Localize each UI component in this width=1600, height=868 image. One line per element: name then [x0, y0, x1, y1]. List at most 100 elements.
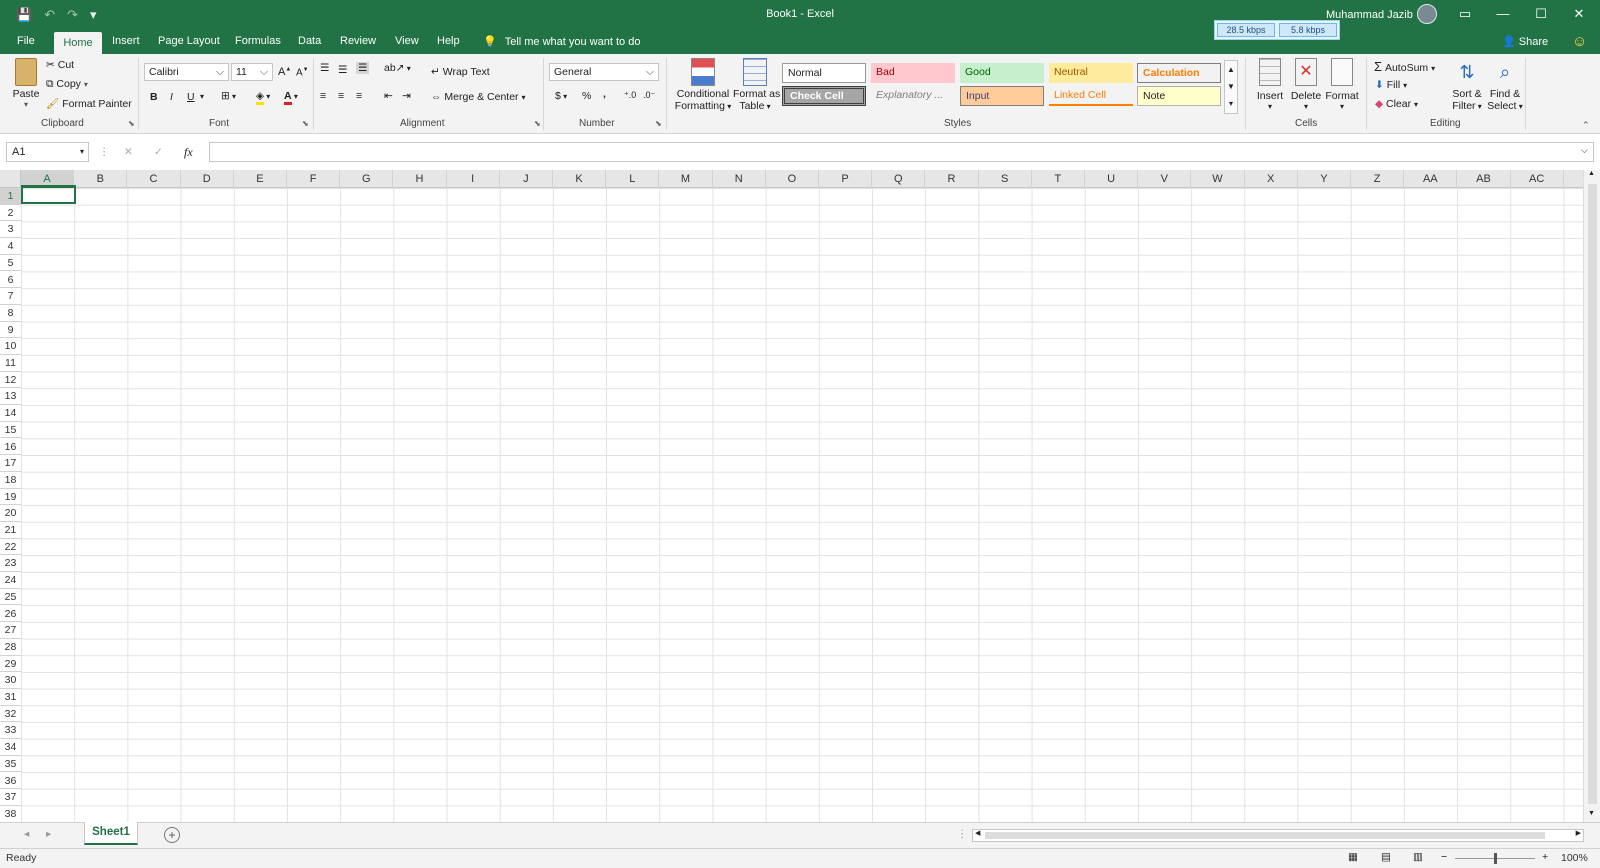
horizontal-scroll-thumb[interactable] — [985, 832, 1545, 839]
format-cells-button[interactable]: Format ▾ — [1324, 58, 1360, 111]
style-linked-cell[interactable]: Linked Cell — [1049, 86, 1133, 106]
decrease-font-icon[interactable]: A▼ — [296, 67, 309, 78]
middle-align-icon[interactable]: ☰ — [338, 64, 347, 76]
borders-icon[interactable]: ⊞ ▾ — [221, 90, 236, 102]
column-header-p[interactable]: P — [819, 170, 873, 188]
font-family-select[interactable]: Calibri ⌵ — [144, 63, 229, 81]
style-note[interactable]: Note — [1137, 86, 1221, 106]
column-header-ab[interactable]: AB — [1457, 170, 1511, 188]
increase-decimal-icon[interactable]: ⁺.0 — [624, 90, 636, 101]
tab-help[interactable]: Help — [437, 35, 460, 47]
alignment-launcher-icon[interactable]: ⬊ — [534, 119, 541, 128]
column-header-w[interactable]: W — [1191, 170, 1245, 188]
decrease-indent-icon[interactable]: ⇤ — [384, 90, 393, 102]
column-header-b[interactable]: B — [74, 170, 128, 188]
normal-view-icon[interactable]: ▦ — [1348, 851, 1358, 863]
row-header-3[interactable]: 3 — [0, 221, 21, 239]
maximize-button[interactable]: ☐ — [1526, 6, 1556, 22]
scroll-right-icon[interactable]: ▶ — [1576, 829, 1581, 837]
comma-button[interactable]: , — [603, 88, 606, 100]
tab-view[interactable]: View — [395, 35, 419, 47]
row-header-13[interactable]: 13 — [0, 388, 21, 406]
row-header-28[interactable]: 28 — [0, 639, 21, 656]
row-header-35[interactable]: 35 — [0, 756, 21, 773]
column-header-v[interactable]: V — [1138, 170, 1192, 188]
column-header-f[interactable]: F — [287, 170, 341, 188]
scroll-down-icon[interactable]: ▼ — [1588, 810, 1595, 817]
page-layout-view-icon[interactable]: ▤ — [1381, 851, 1391, 863]
row-header-25[interactable]: 25 — [0, 589, 21, 606]
row-header-29[interactable]: 29 — [0, 656, 21, 673]
redo-icon[interactable]: ↷ — [67, 7, 78, 23]
cut-button[interactable]: ✂ Cut — [46, 59, 74, 71]
underline-button[interactable]: U — [187, 91, 195, 103]
fill-button[interactable]: ⬇ Fill ▾ — [1375, 79, 1407, 91]
insert-cells-button[interactable]: Insert ▾ — [1254, 58, 1286, 111]
column-header-d[interactable]: D — [181, 170, 234, 188]
row-header-34[interactable]: 34 — [0, 739, 21, 756]
style-calculation[interactable]: Calculation — [1137, 63, 1221, 83]
next-sheet-icon[interactable]: ▸ — [46, 828, 51, 840]
column-header-m[interactable]: M — [659, 170, 713, 188]
column-header-t[interactable]: T — [1032, 170, 1085, 188]
column-header-e[interactable]: E — [234, 170, 287, 188]
style-good[interactable]: Good — [960, 63, 1044, 83]
paste-button[interactable]: Paste ▾ — [10, 58, 42, 109]
column-header-ac[interactable]: AC — [1511, 170, 1564, 188]
row-header-37[interactable]: 37 — [0, 789, 21, 806]
clipboard-launcher-icon[interactable]: ⬊ — [128, 119, 135, 128]
clear-button[interactable]: ◆ Clear ▾ — [1375, 98, 1418, 110]
column-header-h[interactable]: H — [393, 170, 447, 188]
style-neutral[interactable]: Neutral — [1049, 63, 1133, 83]
autosum-button[interactable]: Σ AutoSum ▾ — [1374, 59, 1435, 74]
number-launcher-icon[interactable]: ⬊ — [655, 119, 662, 128]
style-check-cell[interactable]: Check Cell — [782, 86, 866, 106]
ribbon-display-options-icon[interactable]: ▭ — [1450, 6, 1480, 22]
expand-formula-bar-icon[interactable]: ⌵ — [1581, 145, 1588, 156]
share-button[interactable]: 👤 Share — [1502, 35, 1548, 48]
increase-font-icon[interactable]: A▲ — [278, 66, 291, 78]
style-bad[interactable]: Bad — [871, 63, 955, 83]
scroll-up-icon[interactable]: ▲ — [1588, 170, 1595, 177]
column-header-x[interactable]: X — [1245, 170, 1298, 188]
tab-file[interactable]: File — [17, 35, 35, 47]
wrap-text-button[interactable]: ↵ Wrap Text — [431, 66, 490, 78]
collapse-ribbon-icon[interactable]: ⌃ — [1582, 120, 1590, 131]
row-header-18[interactable]: 18 — [0, 472, 21, 489]
style-input[interactable]: Input — [960, 86, 1044, 106]
column-header-r[interactable]: R — [925, 170, 979, 188]
minimize-button[interactable]: — — [1488, 6, 1518, 21]
tab-data[interactable]: Data — [298, 35, 321, 47]
scroll-left-icon[interactable]: ◀ — [975, 829, 980, 837]
tab-insert[interactable]: Insert — [112, 35, 140, 47]
column-header-y[interactable]: Y — [1298, 170, 1351, 188]
select-all-button[interactable] — [0, 170, 21, 188]
cancel-entry-icon[interactable]: ✕ — [124, 146, 133, 158]
insert-function-icon[interactable]: fx — [184, 145, 193, 160]
tab-page-layout[interactable]: Page Layout — [158, 35, 220, 47]
row-header-9[interactable]: 9 — [0, 322, 21, 339]
bottom-align-icon[interactable]: ☰ — [356, 62, 370, 74]
close-button[interactable]: ✕ — [1564, 6, 1594, 22]
row-header-11[interactable]: 11 — [0, 355, 21, 372]
find-select-button[interactable]: ⌕ Find & Select ▾ — [1486, 58, 1524, 112]
underline-dropdown-icon[interactable]: ▾ — [200, 92, 204, 101]
column-header-g[interactable]: G — [340, 170, 394, 188]
fill-color-icon[interactable]: ◈ ▾ — [256, 90, 270, 105]
column-header-u[interactable]: U — [1085, 170, 1139, 188]
column-header-n[interactable]: N — [713, 170, 766, 188]
row-header-15[interactable]: 15 — [0, 422, 21, 439]
italic-button[interactable]: I — [170, 91, 173, 103]
tab-home[interactable]: Home — [54, 32, 102, 54]
currency-button[interactable]: $ ▾ — [555, 90, 567, 102]
save-icon[interactable]: 💾 — [16, 7, 32, 23]
row-header-2[interactable]: 2 — [0, 205, 21, 222]
styles-gallery-scroll[interactable]: ▲ ▼ ▾ — [1224, 60, 1238, 114]
row-header-32[interactable]: 32 — [0, 706, 21, 723]
column-header-o[interactable]: O — [766, 170, 819, 188]
increase-indent-icon[interactable]: ⇥ — [402, 90, 411, 102]
vertical-scrollbar[interactable]: ▲ ▼ — [1583, 170, 1600, 822]
column-header-aa[interactable]: AA — [1404, 170, 1458, 188]
column-header-i[interactable]: I — [447, 170, 500, 188]
align-right-icon[interactable]: ≡ — [356, 90, 362, 102]
